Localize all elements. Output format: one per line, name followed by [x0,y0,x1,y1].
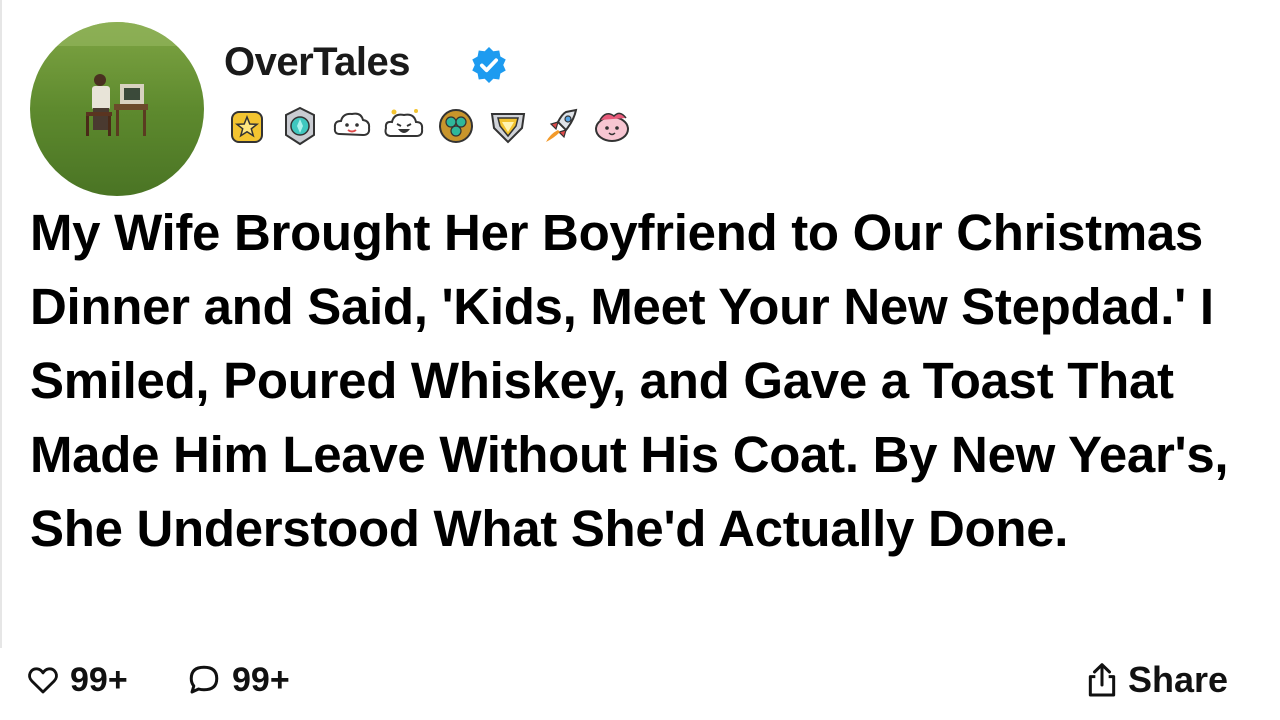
author-name[interactable]: OverTales [224,40,411,85]
cloud-face-badge-icon [333,112,371,137]
post-actions-bar: 99+ 99+ Share [0,650,1280,710]
share-button[interactable]: Share [1082,658,1228,702]
gold-star-badge-icon [231,111,263,143]
comment-button[interactable]: 99+ [186,658,290,702]
post-title[interactable]: My Wife Brought Her Boyfriend to Our Chr… [30,196,1260,566]
badge-row [224,104,636,148]
share-icon [1088,663,1116,697]
pink-creature-badge-icon [595,112,629,142]
heart-icon [28,667,58,694]
rocket-badge-icon [546,108,578,142]
diamond-shield-badge-icon [490,113,526,144]
share-label: Share [1128,659,1229,700]
like-button[interactable]: 99+ [26,658,128,702]
emerald-clover-badge-icon [439,109,473,143]
comment-count: 99+ [232,660,290,699]
verified-badge-icon [472,46,506,84]
laughing-cloud-badge-icon [384,109,424,137]
avatar-image [30,22,204,196]
like-count: 99+ [70,660,128,699]
left-divider [0,0,2,648]
teal-gem-badge-icon [285,106,315,146]
comment-icon [189,665,219,694]
avatar[interactable] [30,22,204,196]
